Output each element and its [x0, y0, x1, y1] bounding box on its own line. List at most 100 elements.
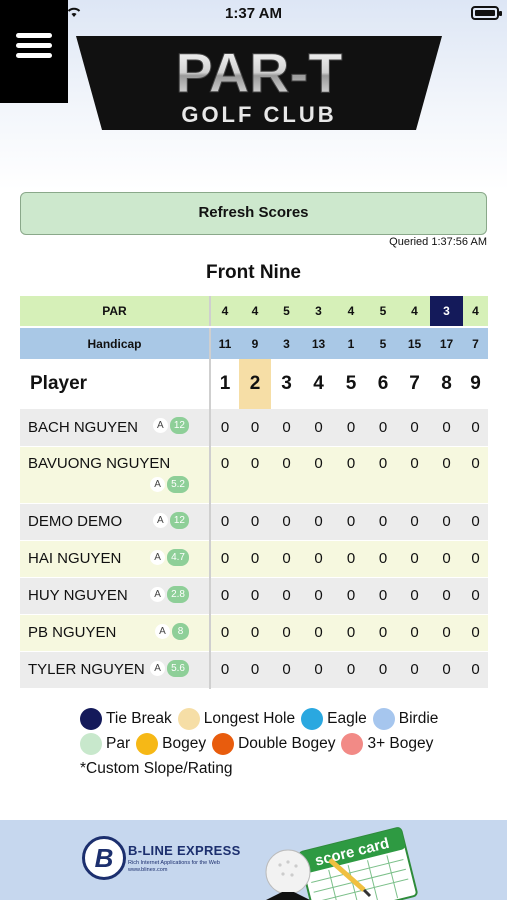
score-cell[interactable]: 0 — [239, 540, 271, 578]
player-row[interactable]: PB NGUYEN A 8 0 0 0 0 0 0 0 0 0 — [20, 614, 488, 652]
score-cell[interactable]: 0 — [239, 614, 271, 652]
sponsor-name: B-LINE EXPRESS — [128, 843, 241, 858]
score-cell[interactable]: 0 — [210, 503, 239, 541]
player-name-cell[interactable]: HAI NGUYEN A 4.7 — [20, 540, 211, 578]
player-name-cell[interactable]: HUY NGUYEN A 2.8 — [20, 577, 211, 615]
handicap-cell: 15 — [399, 327, 430, 359]
handicap-value: 5.6 — [167, 659, 189, 677]
refresh-scores-button[interactable]: Refresh Scores — [20, 192, 487, 235]
score-cell[interactable]: 0 — [430, 409, 463, 447]
handicap-tag: A — [155, 623, 170, 639]
handicap-cell: 13 — [302, 327, 335, 359]
score-cell[interactable]: 0 — [239, 409, 271, 447]
section-title: Front Nine — [206, 262, 301, 283]
score-cell[interactable]: 0 — [367, 614, 399, 652]
score-cell[interactable]: 0 — [399, 577, 430, 615]
score-cell[interactable]: 0 — [335, 409, 367, 447]
score-cell[interactable]: 0 — [302, 614, 335, 652]
score-cell[interactable]: 0 — [399, 540, 430, 578]
player-name: DEMO DEMO — [28, 513, 123, 530]
score-cell[interactable]: 0 — [302, 409, 335, 447]
sponsor-tagline: Rich Internet Applications for the Web w… — [128, 860, 220, 873]
score-cell[interactable]: 0 — [367, 577, 399, 615]
score-cell[interactable]: 0 — [399, 614, 430, 652]
score-cell[interactable]: 0 — [335, 446, 367, 504]
score-cell[interactable]: 0 — [430, 614, 463, 652]
score-cell[interactable]: 0 — [302, 540, 335, 578]
score-cell[interactable]: 0 — [430, 503, 463, 541]
score-cell[interactable]: 0 — [271, 446, 302, 504]
score-cell[interactable]: 0 — [399, 503, 430, 541]
score-cell[interactable]: 0 — [463, 503, 488, 541]
score-cell[interactable]: 0 — [399, 651, 430, 689]
score-cell[interactable]: 0 — [302, 651, 335, 689]
score-cell[interactable]: 0 — [463, 540, 488, 578]
score-cell[interactable]: 0 — [463, 446, 488, 504]
score-cell[interactable]: 0 — [210, 577, 239, 615]
score-cell[interactable]: 0 — [302, 446, 335, 504]
score-cell[interactable]: 0 — [463, 577, 488, 615]
score-cell[interactable]: 0 — [271, 540, 302, 578]
score-cell[interactable]: 0 — [430, 446, 463, 504]
menu-button[interactable] — [0, 0, 68, 103]
score-cell[interactable]: 0 — [302, 503, 335, 541]
score-cell[interactable]: 0 — [463, 651, 488, 689]
sponsor-banner[interactable]: B B-LINE EXPRESS Rich Internet Applicati… — [0, 820, 507, 900]
handicap-value: 2.8 — [167, 585, 189, 603]
player-row[interactable]: BACH NGUYEN A 12 0 0 0 0 0 0 0 0 0 — [20, 409, 488, 447]
score-cell[interactable]: 0 — [271, 503, 302, 541]
score-cell[interactable]: 0 — [367, 651, 399, 689]
score-cell[interactable]: 0 — [210, 651, 239, 689]
player-row[interactable]: DEMO DEMO A 12 0 0 0 0 0 0 0 0 0 — [20, 503, 488, 541]
handicap-cell: 9 — [239, 327, 271, 359]
score-cell[interactable]: 0 — [463, 409, 488, 447]
logo-subtitle: GOLF CLUB — [181, 102, 336, 127]
score-cell[interactable]: 0 — [335, 614, 367, 652]
score-cell[interactable]: 0 — [239, 651, 271, 689]
handicap-tag: A — [150, 476, 166, 492]
score-cell[interactable]: 0 — [399, 409, 430, 447]
player-name-cell[interactable]: BACH NGUYEN A 12 — [20, 409, 211, 447]
hole-number: 3 — [271, 359, 302, 409]
handicap-cell: 7 — [463, 327, 488, 359]
score-cell[interactable]: 0 — [239, 503, 271, 541]
score-cell[interactable]: 0 — [210, 446, 239, 504]
score-cell[interactable]: 0 — [271, 614, 302, 652]
score-cell[interactable]: 0 — [239, 446, 271, 504]
score-cell[interactable]: 0 — [335, 577, 367, 615]
player-name-cell[interactable]: BAVUONG NGUYEN A 5.2 — [20, 446, 211, 504]
player-name-cell[interactable]: PB NGUYEN A 8 — [20, 614, 211, 652]
handicap-value: 5.2 — [167, 475, 189, 493]
score-cell[interactable]: 0 — [210, 409, 239, 447]
hole-number: 5 — [335, 359, 367, 409]
score-cell[interactable]: 0 — [430, 651, 463, 689]
player-name-cell[interactable]: DEMO DEMO A 12 — [20, 503, 211, 541]
score-cell[interactable]: 0 — [271, 409, 302, 447]
score-cell[interactable]: 0 — [367, 446, 399, 504]
score-cell[interactable]: 0 — [430, 540, 463, 578]
player-handicap-badge: A 12 — [152, 417, 189, 434]
hole-number: 4 — [302, 359, 335, 409]
hole-number-longest: 2 — [239, 359, 271, 409]
score-cell[interactable]: 0 — [302, 577, 335, 615]
player-row[interactable]: BAVUONG NGUYEN A 5.2 0 0 0 0 0 0 0 0 0 — [20, 446, 488, 504]
score-cell[interactable]: 0 — [335, 540, 367, 578]
score-cell[interactable]: 0 — [367, 540, 399, 578]
score-cell[interactable]: 0 — [210, 540, 239, 578]
score-cell[interactable]: 0 — [239, 577, 271, 615]
player-name-cell[interactable]: TYLER NGUYEN A 5.6 — [20, 651, 211, 689]
score-cell[interactable]: 0 — [210, 614, 239, 652]
score-cell[interactable]: 0 — [335, 651, 367, 689]
score-cell[interactable]: 0 — [463, 614, 488, 652]
player-row[interactable]: HAI NGUYEN A 4.7 0 0 0 0 0 0 0 0 0 — [20, 540, 488, 578]
queried-timestamp: Queried 1:37:56 AM — [389, 236, 487, 248]
score-cell[interactable]: 0 — [367, 409, 399, 447]
player-row[interactable]: HUY NGUYEN A 2.8 0 0 0 0 0 0 0 0 0 — [20, 577, 488, 615]
score-cell[interactable]: 0 — [399, 446, 430, 504]
score-cell[interactable]: 0 — [430, 577, 463, 615]
player-row[interactable]: TYLER NGUYEN A 5.6 0 0 0 0 0 0 0 0 0 — [20, 651, 488, 689]
score-cell[interactable]: 0 — [367, 503, 399, 541]
score-cell[interactable]: 0 — [335, 503, 367, 541]
score-cell[interactable]: 0 — [271, 577, 302, 615]
score-cell[interactable]: 0 — [271, 651, 302, 689]
